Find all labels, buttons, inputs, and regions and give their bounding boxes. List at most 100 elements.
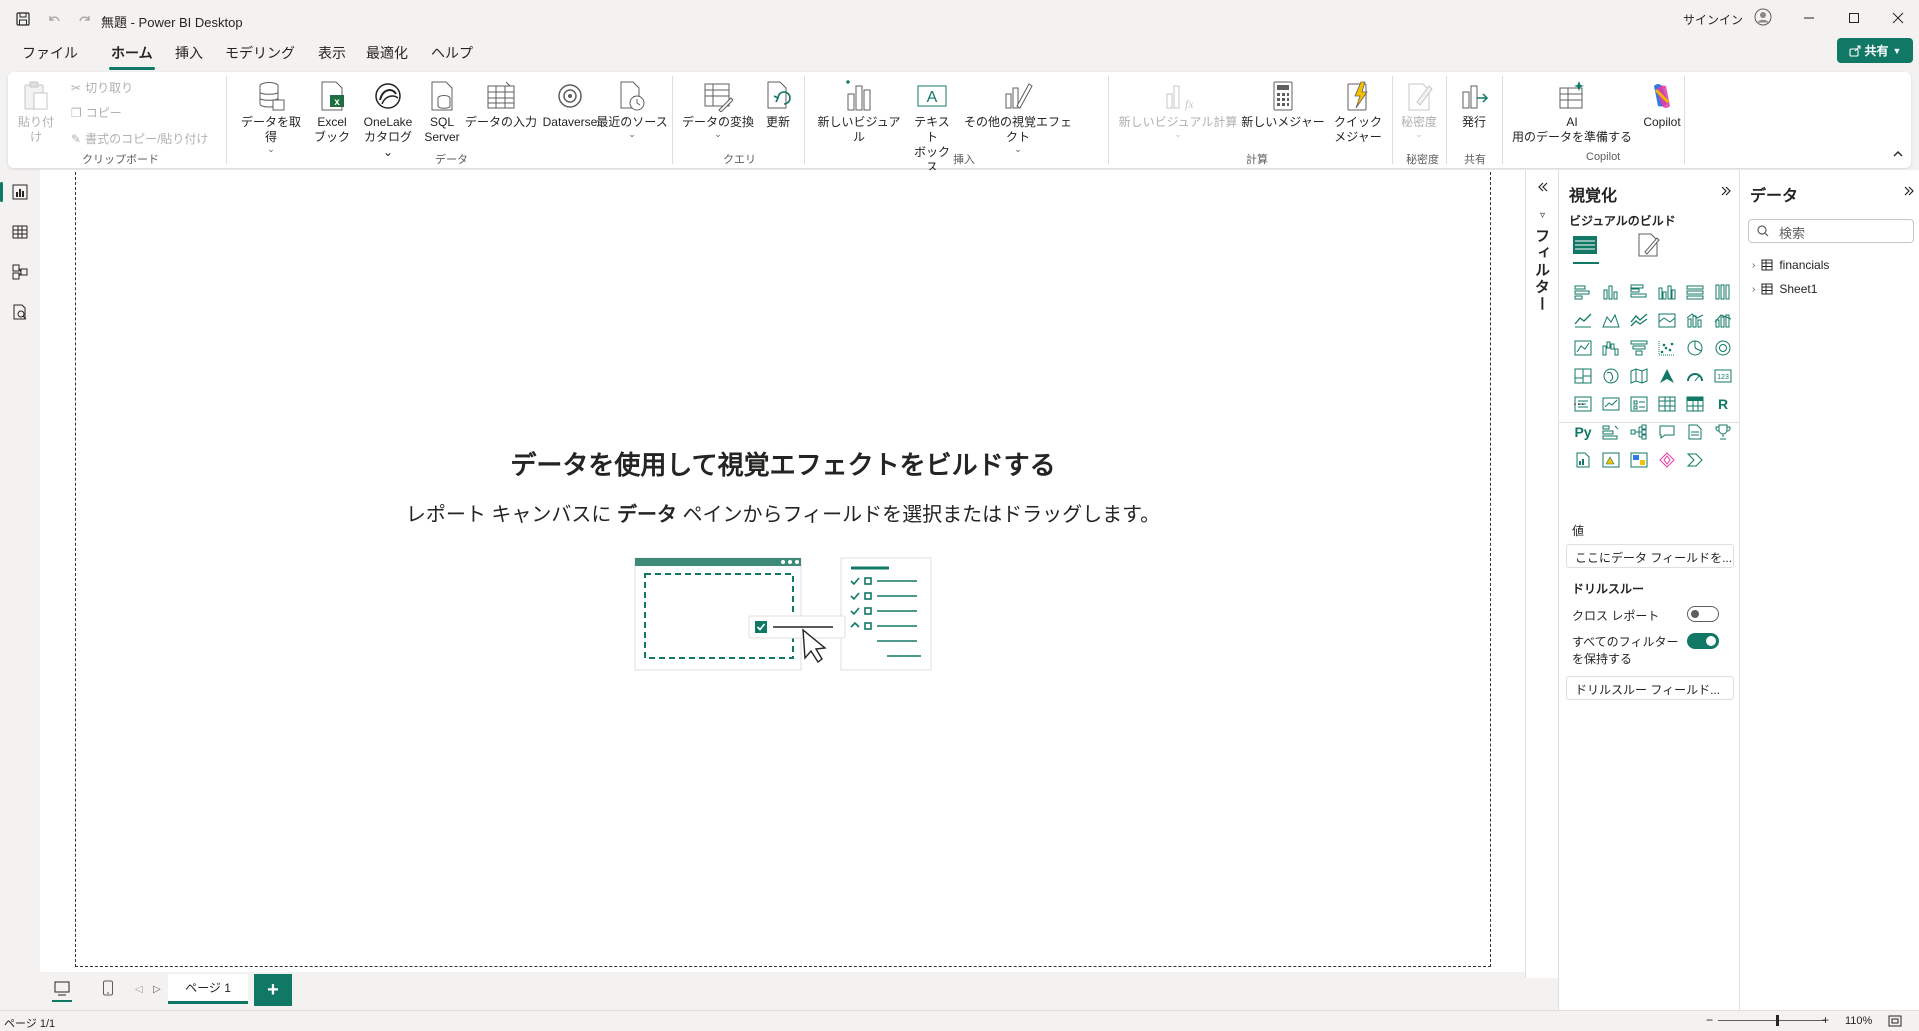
power-apps-icon[interactable] xyxy=(1597,446,1625,474)
refresh-button[interactable]: 更新 xyxy=(760,78,796,130)
area-chart-icon[interactable] xyxy=(1597,306,1625,334)
data-search-input[interactable]: 検索 xyxy=(1748,219,1914,243)
filters-pane-collapsed[interactable]: ▿ フィルター xyxy=(1525,170,1558,978)
tab-modeling[interactable]: モデリング xyxy=(221,41,299,65)
cut-button[interactable]: ✂ 切り取り xyxy=(71,79,133,96)
fit-to-page-icon[interactable] xyxy=(1888,1015,1902,1027)
tab-home[interactable]: ホーム xyxy=(107,41,157,70)
format-visual-tab[interactable] xyxy=(1635,232,1661,258)
get-data-button[interactable]: データを取得 ⌄ xyxy=(236,78,306,154)
paginated-report-icon[interactable] xyxy=(1569,446,1597,474)
clustered-bar-chart-icon[interactable] xyxy=(1625,278,1653,306)
table-item-financials[interactable]: › financials xyxy=(1752,258,1829,272)
metrics-icon[interactable] xyxy=(1653,446,1681,474)
scatter-chart-icon[interactable] xyxy=(1653,334,1681,362)
table-item-sheet1[interactable]: › Sheet1 xyxy=(1752,282,1817,296)
close-icon[interactable] xyxy=(1880,4,1916,32)
stacked-column-chart-icon[interactable] xyxy=(1597,278,1625,306)
ribbon-chart-icon[interactable] xyxy=(1653,306,1681,334)
line-clustered-column-chart-icon[interactable] xyxy=(1709,306,1737,334)
sensitivity-button[interactable]: 秘密度 ⌄ xyxy=(1398,78,1440,139)
zoom-out-button[interactable]: − xyxy=(1706,1013,1713,1027)
more-visuals-ellipsis[interactable]: ... xyxy=(1573,392,1585,408)
maximize-icon[interactable] xyxy=(1836,4,1872,32)
redo-icon[interactable] xyxy=(74,8,96,30)
copy-button[interactable]: ❐ コピー xyxy=(71,104,122,121)
collapse-ribbon-icon[interactable] xyxy=(1893,150,1903,158)
table-view-icon[interactable] xyxy=(8,220,32,244)
cross-report-toggle[interactable] xyxy=(1687,606,1719,622)
r-visual-icon[interactable]: R xyxy=(1709,390,1737,418)
textbox-button[interactable]: A テキスト ボックス xyxy=(910,78,954,175)
stacked-area-chart-icon[interactable] xyxy=(1625,306,1653,334)
chevron-right-icon[interactable]: › xyxy=(1752,260,1755,271)
azure-map-icon[interactable] xyxy=(1653,362,1681,390)
tab-optimize[interactable]: 最適化 xyxy=(362,41,412,65)
new-measure-button[interactable]: 新しいメジャー xyxy=(1240,78,1326,130)
prev-page-icon[interactable]: ◁ xyxy=(135,984,143,995)
chevron-right-icon[interactable]: › xyxy=(1752,284,1755,295)
account-icon[interactable] xyxy=(1754,8,1772,26)
clustered-column-chart-icon[interactable] xyxy=(1653,278,1681,306)
expand-left-icon[interactable] xyxy=(1538,182,1548,192)
excel-workbook-button[interactable]: x Excel ブック xyxy=(314,78,350,145)
chevron-visual-icon[interactable] xyxy=(1681,446,1709,474)
funnel-waterfall-icon[interactable] xyxy=(1597,334,1625,362)
card-icon[interactable]: 123 xyxy=(1709,362,1737,390)
sql-server-button[interactable]: SQL Server xyxy=(424,78,460,145)
enter-data-button[interactable]: データの入力 xyxy=(464,78,538,130)
drillthrough-fields-well[interactable]: ドリルスルー フィールド... xyxy=(1566,676,1734,700)
minimize-icon[interactable] xyxy=(1791,4,1827,32)
format-painter-button[interactable]: ✎ 書式のコピー/貼り付け xyxy=(71,130,208,147)
line-chart-icon[interactable] xyxy=(1569,306,1597,334)
tab-view[interactable]: 表示 xyxy=(314,41,350,65)
model-view-icon[interactable] xyxy=(8,260,32,284)
tab-file[interactable]: ファイル xyxy=(18,41,82,65)
undo-icon[interactable] xyxy=(43,8,65,30)
tab-help[interactable]: ヘルプ xyxy=(427,41,477,65)
tab-insert[interactable]: 挿入 xyxy=(171,41,207,65)
zoom-slider-thumb[interactable] xyxy=(1775,1015,1779,1026)
desktop-layout-icon[interactable] xyxy=(52,980,72,1002)
keep-all-filters-toggle[interactable] xyxy=(1687,633,1719,649)
waterfall-chart-icon[interactable] xyxy=(1569,334,1597,362)
publish-button[interactable]: 発行 xyxy=(1454,78,1494,130)
line-stacked-column-chart-icon[interactable] xyxy=(1681,306,1709,334)
next-page-icon[interactable]: ▷ xyxy=(153,984,161,995)
collapse-right-icon[interactable] xyxy=(1904,186,1914,196)
onelake-catalog-button[interactable]: OneLake カタログ ⌄ xyxy=(358,78,418,160)
100-stacked-bar-chart-icon[interactable] xyxy=(1681,278,1709,306)
funnel-chart-icon[interactable] xyxy=(1625,334,1653,362)
100-stacked-column-chart-icon[interactable] xyxy=(1709,278,1737,306)
transform-data-button[interactable]: データの変換 ⌄ xyxy=(680,78,756,139)
report-view-icon[interactable] xyxy=(0,180,32,204)
more-visuals-button[interactable]: その他の視覚エフェクト ⌄ xyxy=(960,78,1076,154)
build-visual-tab[interactable] xyxy=(1571,232,1601,264)
pie-chart-icon[interactable] xyxy=(1681,334,1709,362)
add-page-button[interactable]: + xyxy=(254,974,292,1006)
kpi-icon[interactable] xyxy=(1597,390,1625,418)
treemap-icon[interactable] xyxy=(1569,362,1597,390)
new-visual-button[interactable]: 新しいビジュアル xyxy=(814,78,904,145)
prepare-data-ai-button[interactable]: AI 用のデータを準備する xyxy=(1510,78,1634,145)
copilot-button[interactable]: Copilot xyxy=(1636,78,1688,130)
quick-measure-button[interactable]: クイック メジャー xyxy=(1330,78,1386,145)
collapse-right-icon[interactable] xyxy=(1721,186,1731,196)
donut-chart-icon[interactable] xyxy=(1709,334,1737,362)
recent-sources-button[interactable]: 最近のソース ⌄ xyxy=(594,78,670,139)
gauge-icon[interactable] xyxy=(1681,362,1709,390)
new-visual-calc-button[interactable]: fx 新しいビジュアル計算 ⌄ xyxy=(1116,78,1240,139)
dax-query-view-icon[interactable] xyxy=(8,300,32,324)
zoom-in-button[interactable]: + xyxy=(1822,1013,1829,1027)
slicer-icon[interactable] xyxy=(1625,390,1653,418)
stacked-bar-chart-icon[interactable] xyxy=(1569,278,1597,306)
zoom-slider[interactable] xyxy=(1718,1015,1826,1027)
power-automate-icon[interactable] xyxy=(1625,446,1653,474)
values-well[interactable]: ここにデータ フィールドを... xyxy=(1566,544,1734,568)
filled-map-icon[interactable] xyxy=(1625,362,1653,390)
paste-button[interactable]: 貼り付け xyxy=(16,78,56,145)
share-button[interactable]: 共有 ▼ xyxy=(1837,38,1913,63)
matrix-icon[interactable] xyxy=(1681,390,1709,418)
page-tab[interactable]: ページ 1 xyxy=(168,974,248,1004)
report-canvas[interactable]: データを使用して視覚エフェクトをビルドする レポート キャンバスに データ ペイ… xyxy=(75,172,1491,967)
